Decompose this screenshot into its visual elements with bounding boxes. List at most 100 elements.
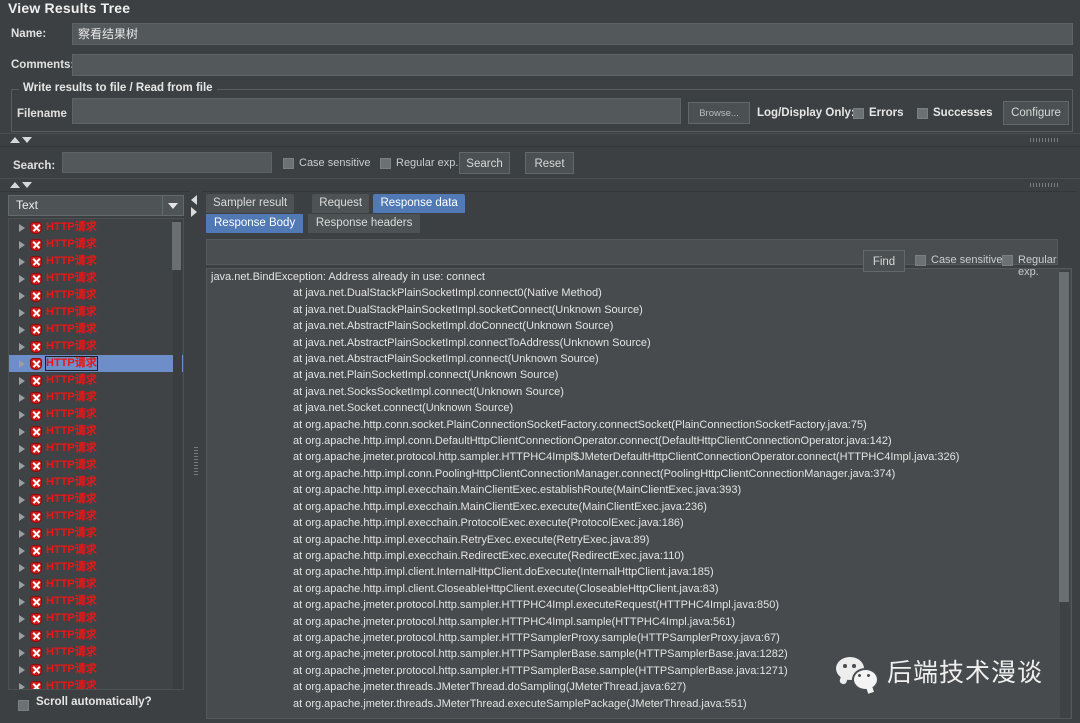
find-case-sensitive-checkbox[interactable] xyxy=(915,255,926,266)
renderer-select-arrow[interactable] xyxy=(162,196,183,215)
tree-row[interactable]: HTTP请求 xyxy=(9,576,183,593)
tab-sampler-result[interactable]: Sampler result xyxy=(206,194,294,213)
tree-row[interactable]: HTTP请求 xyxy=(9,389,183,406)
expand-triangle-icon[interactable] xyxy=(19,479,25,487)
find-button[interactable]: Find xyxy=(863,250,905,272)
tree-row[interactable]: HTTP请求 xyxy=(9,270,183,287)
chevron-up-icon[interactable] xyxy=(10,182,20,188)
splitter-lower-arrows[interactable] xyxy=(10,180,38,190)
response-body-scrollbar-thumb[interactable] xyxy=(1059,272,1069,602)
expand-triangle-icon[interactable] xyxy=(19,377,25,385)
splitter-upper-arrows[interactable] xyxy=(10,135,38,145)
expand-triangle-icon[interactable] xyxy=(19,275,25,283)
tree-row[interactable]: HTTP请求 xyxy=(9,355,183,372)
successes-checkbox[interactable] xyxy=(917,108,928,119)
expand-triangle-icon[interactable] xyxy=(19,343,25,351)
chevron-right-icon[interactable] xyxy=(191,207,197,217)
expand-triangle-icon[interactable] xyxy=(19,224,25,232)
expand-triangle-icon[interactable] xyxy=(19,445,25,453)
response-body-line: at org.apache.http.impl.execchain.MainCl… xyxy=(207,499,1071,515)
expand-triangle-icon[interactable] xyxy=(19,258,25,266)
tree-row[interactable]: HTTP请求 xyxy=(9,542,183,559)
expand-triangle-icon[interactable] xyxy=(19,292,25,300)
error-shield-icon xyxy=(30,341,42,353)
tree-row[interactable]: HTTP请求 xyxy=(9,440,183,457)
tab-request[interactable]: Request xyxy=(312,194,369,213)
expand-triangle-icon[interactable] xyxy=(19,615,25,623)
chevron-down-icon[interactable] xyxy=(22,182,32,188)
browse-button[interactable]: Browse... xyxy=(688,102,750,124)
expand-triangle-icon[interactable] xyxy=(19,411,25,419)
search-regex-checkbox[interactable] xyxy=(380,158,391,169)
tree-scrollbar-thumb[interactable] xyxy=(172,222,181,270)
results-tree[interactable]: HTTP请求HTTP请求HTTP请求HTTP请求HTTP请求HTTP请求HTTP… xyxy=(8,218,184,690)
expand-triangle-icon[interactable] xyxy=(19,241,25,249)
expand-triangle-icon[interactable] xyxy=(19,666,25,674)
expand-triangle-icon[interactable] xyxy=(19,564,25,572)
expand-triangle-icon[interactable] xyxy=(19,598,25,606)
tree-row[interactable]: HTTP请求 xyxy=(9,423,183,440)
expand-triangle-icon[interactable] xyxy=(19,496,25,504)
expand-triangle-icon[interactable] xyxy=(19,428,25,436)
tree-row[interactable]: HTTP请求 xyxy=(9,627,183,644)
tree-row[interactable]: HTTP请求 xyxy=(9,287,183,304)
tree-row[interactable]: HTTP请求 xyxy=(9,321,183,338)
expand-triangle-icon[interactable] xyxy=(19,462,25,470)
scroll-automatically-checkbox[interactable] xyxy=(18,700,29,711)
tree-row[interactable]: HTTP请求 xyxy=(9,525,183,542)
expand-triangle-icon[interactable] xyxy=(19,360,25,368)
subtab-response-body[interactable]: Response Body xyxy=(206,214,303,233)
expand-triangle-icon[interactable] xyxy=(19,309,25,317)
expand-triangle-icon[interactable] xyxy=(19,394,25,402)
chevron-left-icon[interactable] xyxy=(191,195,197,205)
comments-input[interactable] xyxy=(72,54,1073,76)
response-body-scrollbar[interactable] xyxy=(1060,270,1070,719)
expand-triangle-icon[interactable] xyxy=(19,683,25,690)
filename-input[interactable] xyxy=(72,98,681,124)
splitter-lower[interactable] xyxy=(0,178,1080,192)
tree-row[interactable]: HTTP请求 xyxy=(9,661,183,678)
tree-row[interactable]: HTTP请求 xyxy=(9,372,183,389)
tree-row[interactable]: HTTP请求 xyxy=(9,338,183,355)
tree-row[interactable]: HTTP请求 xyxy=(9,644,183,661)
tree-row[interactable]: HTTP请求 xyxy=(9,491,183,508)
tree-row[interactable]: HTTP请求 xyxy=(9,219,183,236)
tree-row[interactable]: HTTP请求 xyxy=(9,678,183,690)
tab-response-data[interactable]: Response data xyxy=(373,194,464,213)
response-body-line: at org.apache.http.impl.client.Closeable… xyxy=(207,581,1071,597)
search-case-sensitive-checkbox[interactable] xyxy=(283,158,294,169)
renderer-select[interactable]: Text xyxy=(8,195,184,216)
find-regex-checkbox[interactable] xyxy=(1002,255,1013,266)
tree-row-label: HTTP请求 xyxy=(46,663,97,676)
reset-button[interactable]: Reset xyxy=(525,152,574,174)
tree-row[interactable]: HTTP请求 xyxy=(9,593,183,610)
expand-triangle-icon[interactable] xyxy=(19,530,25,538)
configure-button[interactable]: Configure xyxy=(1003,101,1069,125)
search-button[interactable]: Search xyxy=(459,152,510,174)
expand-triangle-icon[interactable] xyxy=(19,547,25,555)
expand-triangle-icon[interactable] xyxy=(19,581,25,589)
tree-row[interactable]: HTTP请求 xyxy=(9,559,183,576)
tree-row[interactable]: HTTP请求 xyxy=(9,236,183,253)
tree-row[interactable]: HTTP请求 xyxy=(9,610,183,627)
tree-row[interactable]: HTTP请求 xyxy=(9,474,183,491)
log-display-only-label: Log/Display Only: xyxy=(757,107,855,119)
search-input[interactable] xyxy=(62,152,272,173)
expand-triangle-icon[interactable] xyxy=(19,649,25,657)
tree-row[interactable]: HTTP请求 xyxy=(9,406,183,423)
chevron-down-icon[interactable] xyxy=(22,137,32,143)
expand-triangle-icon[interactable] xyxy=(19,632,25,640)
subtab-response-headers[interactable]: Response headers xyxy=(308,214,421,233)
tree-row[interactable]: HTTP请求 xyxy=(9,508,183,525)
tree-row[interactable]: HTTP请求 xyxy=(9,457,183,474)
chevron-up-icon[interactable] xyxy=(10,137,20,143)
name-input[interactable]: 察看结果树 xyxy=(72,23,1073,45)
expand-triangle-icon[interactable] xyxy=(19,513,25,521)
vertical-splitter[interactable] xyxy=(190,191,202,723)
tree-row[interactable]: HTTP请求 xyxy=(9,304,183,321)
tree-scrollbar[interactable] xyxy=(173,220,182,690)
expand-triangle-icon[interactable] xyxy=(19,326,25,334)
tree-row[interactable]: HTTP请求 xyxy=(9,253,183,270)
errors-checkbox[interactable] xyxy=(853,108,864,119)
response-body-line: at org.apache.http.impl.conn.DefaultHttp… xyxy=(207,433,1071,449)
